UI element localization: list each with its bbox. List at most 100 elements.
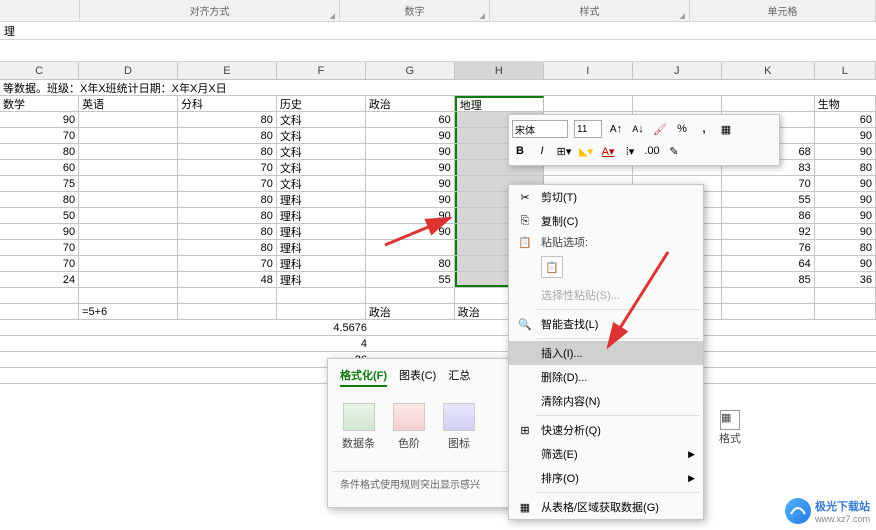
th[interactable] xyxy=(633,96,722,111)
cell[interactable] xyxy=(277,288,366,303)
th[interactable]: 历史 xyxy=(277,96,366,111)
cell[interactable] xyxy=(79,240,178,255)
col-header-selected[interactable]: H xyxy=(455,62,544,79)
cell[interactable]: 80 xyxy=(815,160,876,175)
cell[interactable]: 75 xyxy=(0,176,79,191)
cell[interactable]: 文科 xyxy=(277,160,366,175)
cell[interactable]: 理科 xyxy=(277,224,366,239)
ribbon-group-number[interactable]: 数字 xyxy=(340,0,490,21)
format-painter-icon[interactable]: 🖌 xyxy=(652,121,668,137)
cell[interactable] xyxy=(815,288,876,303)
cell[interactable]: 80 xyxy=(815,240,876,255)
cell[interactable]: 文科 xyxy=(277,112,366,127)
table-icon[interactable]: ▦ xyxy=(718,121,734,137)
cell[interactable] xyxy=(79,256,178,271)
font-size-select[interactable] xyxy=(574,120,602,138)
cell[interactable]: 70 xyxy=(178,256,277,271)
menu-filter[interactable]: 筛选(E)▶ xyxy=(509,442,703,466)
cell[interactable] xyxy=(0,304,79,319)
cell[interactable]: 90 xyxy=(815,224,876,239)
col-header[interactable]: F xyxy=(277,62,366,79)
cell[interactable]: 4 xyxy=(280,336,370,351)
cell[interactable]: 理科 xyxy=(277,208,366,223)
th[interactable]: 政治 xyxy=(366,96,455,111)
cell[interactable]: 86 xyxy=(722,208,815,223)
th-selected[interactable]: 地理 xyxy=(455,96,544,111)
cell[interactable]: 文科 xyxy=(277,128,366,143)
col-header[interactable]: C xyxy=(0,62,79,79)
cell[interactable] xyxy=(79,192,178,207)
ribbon-group-align[interactable]: 对齐方式 xyxy=(80,0,340,21)
col-header[interactable]: D xyxy=(79,62,178,79)
submenu-databars[interactable]: 数据条 xyxy=(342,403,375,451)
cell[interactable]: 文科 xyxy=(277,144,366,159)
ribbon-group-cells[interactable]: 单元格 xyxy=(690,0,876,21)
cell[interactable]: 64 xyxy=(722,256,815,271)
border-icon[interactable]: ⊞▾ xyxy=(556,143,572,159)
cell[interactable]: 政治 xyxy=(366,304,455,319)
cell[interactable]: 60 xyxy=(0,160,79,175)
th[interactable] xyxy=(544,96,633,111)
submenu-iconset[interactable]: 图标 xyxy=(443,403,475,451)
cell[interactable]: 90 xyxy=(366,224,455,239)
th[interactable]: 数学 xyxy=(0,96,79,111)
cell[interactable]: 80 xyxy=(178,240,277,255)
cell[interactable] xyxy=(722,304,815,319)
bold-icon[interactable]: B xyxy=(512,143,528,159)
cell[interactable]: 36 xyxy=(815,272,876,287)
col-header[interactable]: I xyxy=(544,62,633,79)
cell[interactable] xyxy=(366,288,455,303)
col-header[interactable]: E xyxy=(178,62,277,79)
decimal-increase-icon[interactable]: .00 xyxy=(644,143,660,159)
menu-get-data[interactable]: ▦从表格/区域获取数据(G) xyxy=(509,495,703,519)
menu-clear[interactable]: 清除内容(N) xyxy=(509,389,703,413)
cell[interactable] xyxy=(0,288,79,303)
cell[interactable]: 理科 xyxy=(277,256,366,271)
cell[interactable] xyxy=(178,304,277,319)
italic-icon[interactable]: I xyxy=(534,143,550,159)
percent-icon[interactable]: % xyxy=(674,121,690,137)
th[interactable]: 英语 xyxy=(79,96,178,111)
cell[interactable]: 90 xyxy=(0,224,79,239)
cell[interactable]: 55 xyxy=(366,272,455,287)
th[interactable] xyxy=(722,96,815,111)
cell[interactable]: 理科 xyxy=(277,240,366,255)
col-header[interactable]: L xyxy=(815,62,876,79)
cell[interactable]: 80 xyxy=(178,192,277,207)
menu-cut[interactable]: ✂剪切(T) xyxy=(509,185,703,209)
cell[interactable]: 90 xyxy=(366,208,455,223)
cell[interactable]: 80 xyxy=(178,144,277,159)
cell[interactable]: 90 xyxy=(366,192,455,207)
cell[interactable]: 80 xyxy=(178,224,277,239)
cell[interactable] xyxy=(79,112,178,127)
cell[interactable]: 55 xyxy=(722,192,815,207)
cell[interactable]: 90 xyxy=(815,128,876,143)
col-header[interactable]: J xyxy=(633,62,722,79)
cell[interactable] xyxy=(366,240,455,255)
menu-smart-lookup[interactable]: 🔍智能查找(L) xyxy=(509,312,703,336)
ribbon-group-style[interactable]: 样式 xyxy=(490,0,690,21)
cell[interactable]: 92 xyxy=(722,224,815,239)
cell[interactable]: 24 xyxy=(0,272,79,287)
cell[interactable] xyxy=(722,288,815,303)
cell[interactable]: 90 xyxy=(815,192,876,207)
cell[interactable]: 70 xyxy=(722,176,815,191)
paste-option-default[interactable]: 📋 xyxy=(541,256,563,278)
menu-sort[interactable]: 排序(O)▶ xyxy=(509,466,703,490)
cell[interactable]: 80 xyxy=(178,128,277,143)
cell[interactable]: 50 xyxy=(0,208,79,223)
cell[interactable] xyxy=(79,128,178,143)
cell[interactable]: 90 xyxy=(0,112,79,127)
cell[interactable]: 理科 xyxy=(277,272,366,287)
cell[interactable] xyxy=(277,304,366,319)
cell[interactable]: 70 xyxy=(178,160,277,175)
cell[interactable]: 80 xyxy=(0,144,79,159)
col-header[interactable]: G xyxy=(366,62,455,79)
ribbon-group-0[interactable] xyxy=(0,0,80,21)
submenu-tab-chart[interactable]: 图表(C) xyxy=(399,365,436,387)
submenu-tab-format[interactable]: 格式化(F) xyxy=(340,365,387,387)
cell[interactable] xyxy=(79,176,178,191)
menu-insert[interactable]: 插入(I)... xyxy=(509,341,703,365)
cell[interactable]: 48 xyxy=(178,272,277,287)
decimal-decrease-icon[interactable]: ⁞▾ xyxy=(622,143,638,159)
